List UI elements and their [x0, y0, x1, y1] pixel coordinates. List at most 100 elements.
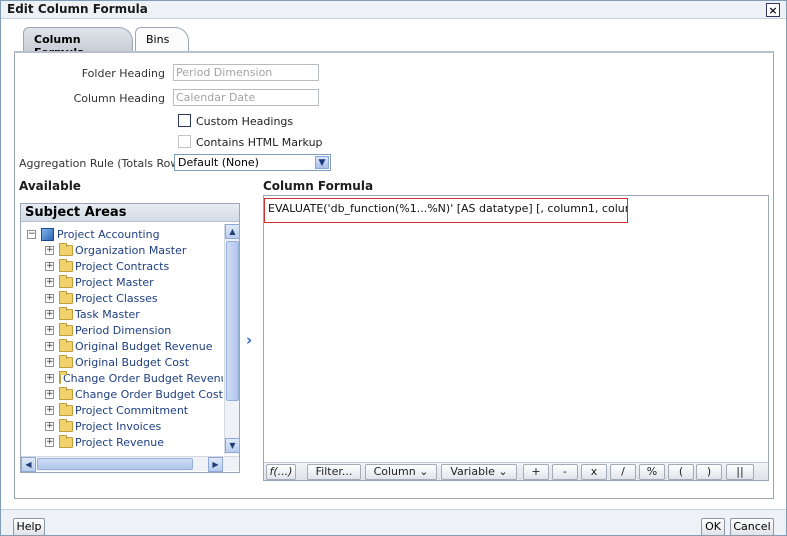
folder-icon: [59, 338, 73, 352]
close-paren-button[interactable]: ): [696, 464, 722, 480]
folder-icon: [59, 418, 73, 432]
folder-icon: [59, 354, 73, 368]
tree-root[interactable]: − Project Accounting: [27, 226, 160, 242]
column-heading-field[interactable]: Calendar Date: [173, 89, 319, 106]
divide-operator-button[interactable]: /: [610, 464, 636, 480]
folder-icon: [59, 306, 73, 320]
percent-operator-button[interactable]: %: [639, 464, 665, 480]
multiply-operator-button[interactable]: x: [581, 464, 607, 480]
expand-icon[interactable]: +: [45, 437, 54, 447]
move-right-arrow-icon[interactable]: ›: [246, 331, 252, 349]
scrollbar-thumb[interactable]: [37, 458, 193, 470]
folder-icon: [59, 386, 73, 400]
expand-icon[interactable]: +: [45, 421, 54, 431]
tree-item[interactable]: + Change Order Budget Cost: [45, 386, 223, 402]
tree-item-label: Task Master: [75, 307, 140, 321]
collapse-icon[interactable]: −: [27, 229, 36, 239]
folder-icon: [59, 242, 73, 256]
tree-item[interactable]: + Period Dimension: [45, 322, 171, 338]
contains-html-label: Contains HTML Markup: [196, 136, 323, 149]
chevron-down-icon: ▼: [315, 156, 329, 169]
variable-menu-button[interactable]: Variable ⌄: [441, 464, 517, 480]
column-heading-label: Column Heading: [73, 92, 165, 105]
dialog-title: Edit Column Formula: [7, 2, 148, 16]
contains-html-checkbox[interactable]: [178, 135, 191, 148]
tree-item-label: Organization Master: [75, 243, 187, 257]
tree-item-label: Project Invoices: [75, 419, 162, 433]
tree-item-label: Project Revenue: [75, 435, 165, 449]
tree-item[interactable]: + Task Master: [45, 306, 140, 322]
edit-column-formula-dialog: Edit Column Formula × Column Formula Bin…: [0, 0, 787, 536]
tree-item[interactable]: + Project Master: [45, 274, 154, 290]
formula-text[interactable]: EVALUATE('db_function(%1...%N)' [AS data…: [264, 198, 628, 223]
tree-item[interactable]: + Project Revenue: [45, 434, 164, 450]
column-formula-editor[interactable]: EVALUATE('db_function(%1...%N)' [AS data…: [263, 195, 769, 481]
close-button[interactable]: ×: [766, 3, 780, 17]
column-formula-title: Column Formula: [263, 179, 374, 193]
tree-horizontal-scrollbar[interactable]: ◀ ▶: [21, 456, 239, 472]
expand-icon[interactable]: +: [45, 309, 54, 319]
tree-item-label: Project Commitment: [75, 403, 189, 417]
tab-column-formula[interactable]: Column Formula: [23, 27, 133, 59]
expand-icon[interactable]: +: [45, 373, 54, 383]
expand-icon[interactable]: +: [45, 245, 54, 255]
folder-heading-field[interactable]: Period Dimension: [173, 64, 319, 81]
help-button[interactable]: Help: [13, 518, 45, 536]
custom-headings-label: Custom Headings: [196, 115, 294, 128]
tree-item[interactable]: + Original Budget Cost: [45, 354, 189, 370]
scroll-up-icon[interactable]: ▲: [225, 224, 240, 239]
folder-icon: [59, 402, 73, 416]
tree-item-label: Project Classes: [75, 291, 158, 305]
tree-item[interactable]: + Project Classes: [45, 290, 158, 306]
tree-item-label: Project Master: [75, 275, 154, 289]
expand-icon[interactable]: +: [45, 293, 54, 303]
open-paren-button[interactable]: (: [668, 464, 694, 480]
folder-icon: [59, 434, 73, 448]
folder-icon: [59, 274, 73, 288]
tree-item-label: Change Order Budget Cost: [75, 387, 223, 401]
ok-button[interactable]: OK: [701, 518, 725, 536]
tree-item-label: Original Budget Revenue: [75, 339, 213, 353]
dialog-footer: Help OK Cancel: [1, 509, 786, 536]
tree-item-label: Project Contracts: [75, 259, 170, 273]
subject-area-icon: [41, 227, 54, 241]
tree-item-label: Period Dimension: [75, 323, 172, 337]
tree-item[interactable]: + Organization Master: [45, 242, 186, 258]
close-icon: ×: [768, 3, 778, 17]
tree-item[interactable]: + Project Contracts: [45, 258, 169, 274]
expand-icon[interactable]: +: [45, 325, 54, 335]
tab-bins[interactable]: Bins: [135, 27, 189, 51]
scroll-down-icon[interactable]: ▼: [225, 438, 240, 453]
expand-icon[interactable]: +: [45, 277, 54, 287]
folder-icon: [59, 322, 73, 336]
expand-icon[interactable]: +: [45, 261, 54, 271]
expand-icon[interactable]: +: [45, 357, 54, 367]
minus-operator-button[interactable]: -: [552, 464, 578, 480]
scroll-right-icon[interactable]: ▶: [208, 457, 223, 472]
folder-heading-label: Folder Heading: [81, 67, 165, 80]
folder-icon: [59, 290, 73, 304]
custom-headings-checkbox[interactable]: [178, 114, 191, 127]
formula-toolbar: f(...) Filter... Column ⌄ Variable ⌄ + -…: [264, 462, 768, 480]
available-title: Available: [19, 179, 81, 193]
tab-bar: Column Formula Bins: [1, 27, 786, 59]
expand-icon[interactable]: +: [45, 389, 54, 399]
scrollbar-thumb[interactable]: [226, 241, 239, 401]
scroll-left-icon[interactable]: ◀: [21, 457, 36, 472]
column-menu-button[interactable]: Column ⌄: [365, 464, 437, 480]
expand-icon[interactable]: +: [45, 341, 54, 351]
subject-areas-header: Subject Areas: [21, 204, 239, 222]
tree-item[interactable]: + Original Budget Revenue: [45, 338, 213, 354]
expand-icon[interactable]: +: [45, 405, 54, 415]
filter-button[interactable]: Filter...: [307, 464, 361, 480]
cancel-button[interactable]: Cancel: [730, 518, 774, 536]
aggregation-rule-select[interactable]: Default (None) ▼: [174, 154, 331, 171]
tree-item[interactable]: + Project Invoices: [45, 418, 161, 434]
tree-vertical-scrollbar[interactable]: ▲ ▼: [224, 224, 240, 454]
tree-item[interactable]: + Change Order Budget Revenu: [45, 370, 223, 386]
folder-icon: [59, 370, 67, 384]
function-button[interactable]: f(...): [266, 464, 296, 480]
tree-item[interactable]: + Project Commitment: [45, 402, 188, 418]
concatenate-operator-button[interactable]: ||: [726, 464, 754, 480]
plus-operator-button[interactable]: +: [523, 464, 549, 480]
